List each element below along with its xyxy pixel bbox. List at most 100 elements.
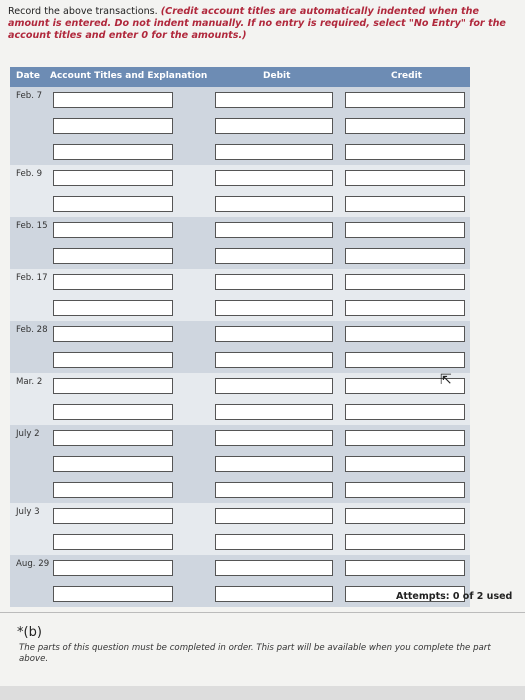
table-row: Feb. 17: [10, 269, 470, 295]
attempts-counter: Attempts: 0 of 2 used: [396, 591, 513, 602]
debit-input[interactable]: [215, 118, 333, 134]
entry-date: Feb. 15: [16, 221, 48, 231]
table-row: [10, 113, 470, 139]
table-row: [10, 477, 470, 503]
account-title-input[interactable]: [53, 482, 173, 498]
credit-input[interactable]: [345, 534, 465, 550]
account-title-input[interactable]: [53, 586, 173, 602]
account-title-input[interactable]: [53, 508, 173, 524]
debit-input[interactable]: [215, 248, 333, 264]
table-row: Feb. 15: [10, 217, 470, 243]
credit-input[interactable]: [345, 118, 465, 134]
divider: [0, 612, 525, 613]
debit-input[interactable]: [215, 352, 333, 368]
debit-input[interactable]: [215, 144, 333, 160]
debit-input[interactable]: [215, 378, 333, 394]
credit-input[interactable]: [345, 92, 465, 108]
entry-date: Aug. 29: [16, 559, 50, 569]
credit-input[interactable]: [345, 482, 465, 498]
debit-input[interactable]: [215, 326, 333, 342]
mouse-cursor-icon: ⇱: [440, 372, 452, 388]
debit-input[interactable]: [215, 274, 333, 290]
footer-band: [0, 686, 525, 700]
entry-date: Feb. 28: [16, 325, 48, 335]
debit-input[interactable]: [215, 456, 333, 472]
account-title-input[interactable]: [53, 118, 173, 134]
account-title-input[interactable]: [53, 196, 173, 212]
credit-input[interactable]: [345, 300, 465, 316]
account-title-input[interactable]: [53, 300, 173, 316]
debit-input[interactable]: [215, 586, 333, 602]
debit-input[interactable]: [215, 404, 333, 420]
instructions: Record the above transactions. (Credit a…: [8, 6, 518, 42]
table-row: [10, 451, 470, 477]
credit-input[interactable]: [345, 560, 465, 576]
account-title-input[interactable]: [53, 456, 173, 472]
debit-input[interactable]: [215, 222, 333, 238]
debit-input[interactable]: [215, 300, 333, 316]
header-credit: Credit: [391, 71, 422, 81]
credit-input[interactable]: [345, 222, 465, 238]
account-title-input[interactable]: [53, 534, 173, 550]
credit-input[interactable]: [345, 508, 465, 524]
account-title-input[interactable]: [53, 144, 173, 160]
debit-input[interactable]: [215, 482, 333, 498]
credit-input[interactable]: [345, 144, 465, 160]
debit-input[interactable]: [215, 92, 333, 108]
credit-input[interactable]: [345, 456, 465, 472]
credit-input[interactable]: [345, 430, 465, 446]
table-header: Date Account Titles and Explanation Debi…: [10, 67, 470, 87]
header-debit: Debit: [263, 71, 291, 81]
table-row: [10, 295, 470, 321]
entry-date: July 2: [16, 429, 40, 439]
debit-input[interactable]: [215, 534, 333, 550]
debit-input[interactable]: [215, 170, 333, 186]
table-row: Feb. 9: [10, 165, 470, 191]
part-b-label: *(b): [17, 625, 42, 640]
account-title-input[interactable]: [53, 430, 173, 446]
credit-input[interactable]: [345, 248, 465, 264]
table-row: [10, 529, 470, 555]
table-row: Feb. 28: [10, 321, 470, 347]
credit-input[interactable]: [345, 404, 465, 420]
credit-input[interactable]: [345, 326, 465, 342]
table-row: [10, 139, 470, 165]
account-title-input[interactable]: [53, 560, 173, 576]
account-title-input[interactable]: [53, 352, 173, 368]
account-title-input[interactable]: [53, 404, 173, 420]
table-row: [10, 347, 470, 373]
entry-date: Mar. 2: [16, 377, 43, 387]
table-row: Feb. 7: [10, 87, 470, 113]
header-account: Account Titles and Explanation: [50, 71, 208, 81]
credit-input[interactable]: [345, 352, 465, 368]
table-row: [10, 243, 470, 269]
header-date: Date: [16, 71, 40, 81]
entry-date: Feb. 17: [16, 273, 48, 283]
debit-input[interactable]: [215, 430, 333, 446]
entry-date: Feb. 7: [16, 91, 43, 101]
account-title-input[interactable]: [53, 92, 173, 108]
table-row: Mar. 2: [10, 373, 470, 399]
part-b-note: The parts of this question must be compl…: [19, 643, 491, 664]
account-title-input[interactable]: [53, 274, 173, 290]
table-row: [10, 399, 470, 425]
table-row: July 3: [10, 503, 470, 529]
table-row: Aug. 29: [10, 555, 470, 581]
entry-date: July 3: [16, 507, 40, 517]
table-row: July 2: [10, 425, 470, 451]
account-title-input[interactable]: [53, 378, 173, 394]
table-row: [10, 191, 470, 217]
account-title-input[interactable]: [53, 170, 173, 186]
account-title-input[interactable]: [53, 248, 173, 264]
credit-input[interactable]: [345, 196, 465, 212]
account-title-input[interactable]: [53, 222, 173, 238]
account-title-input[interactable]: [53, 326, 173, 342]
debit-input[interactable]: [215, 508, 333, 524]
credit-input[interactable]: [345, 170, 465, 186]
debit-input[interactable]: [215, 560, 333, 576]
instructions-lead: Record the above transactions.: [8, 6, 158, 17]
journal-entry-table: Date Account Titles and Explanation Debi…: [10, 67, 470, 607]
entry-date: Feb. 9: [16, 169, 43, 179]
debit-input[interactable]: [215, 196, 333, 212]
credit-input[interactable]: [345, 274, 465, 290]
